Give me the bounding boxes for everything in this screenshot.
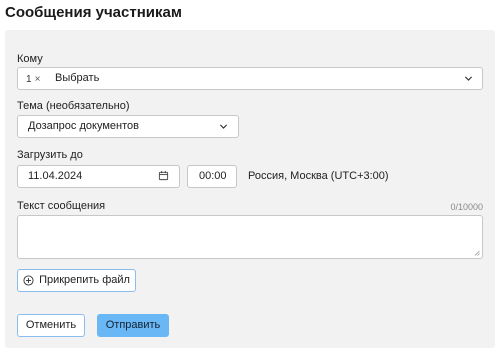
- message-textarea[interactable]: [17, 215, 483, 259]
- subject-select[interactable]: Дозапрос документов: [17, 115, 239, 138]
- recipients-label: Кому: [17, 53, 43, 65]
- time-value: 00:00: [199, 170, 227, 182]
- calendar-icon[interactable]: [158, 170, 169, 181]
- plus-circle-icon: [23, 275, 34, 286]
- cancel-button[interactable]: Отменить: [17, 314, 85, 337]
- subject-value: Дозапрос документов: [28, 120, 139, 132]
- recipients-placeholder: Выбрать: [55, 72, 100, 84]
- chevron-down-icon: [219, 124, 228, 129]
- message-label: Текст сообщения: [17, 200, 106, 212]
- message-form-panel: Кому 1 × Выбрать Тема (необязательно) До…: [5, 30, 495, 348]
- date-input[interactable]: 11.04.2024: [17, 165, 180, 188]
- page-title: Сообщения участникам: [5, 4, 182, 21]
- message-char-counter: 0/10000: [450, 202, 483, 212]
- send-button[interactable]: Отправить: [97, 314, 169, 337]
- recipient-chip-count: 1: [26, 74, 32, 85]
- deadline-label: Загрузить до: [17, 149, 83, 161]
- time-input[interactable]: 00:00: [187, 165, 237, 188]
- chevron-down-icon: [464, 76, 473, 81]
- recipient-chip: 1 ×: [26, 73, 40, 86]
- recipients-select[interactable]: 1 × Выбрать: [17, 67, 483, 90]
- date-value: 11.04.2024: [28, 170, 83, 182]
- attach-file-label: Прикрепить файл: [39, 274, 130, 286]
- timezone-text: Россия, Москва (UTC+3:00): [248, 170, 389, 182]
- resize-grip-icon[interactable]: [474, 250, 480, 256]
- attach-file-button[interactable]: Прикрепить файл: [17, 269, 136, 292]
- subject-label: Тема (необязательно): [17, 100, 130, 112]
- close-icon[interactable]: ×: [35, 74, 41, 85]
